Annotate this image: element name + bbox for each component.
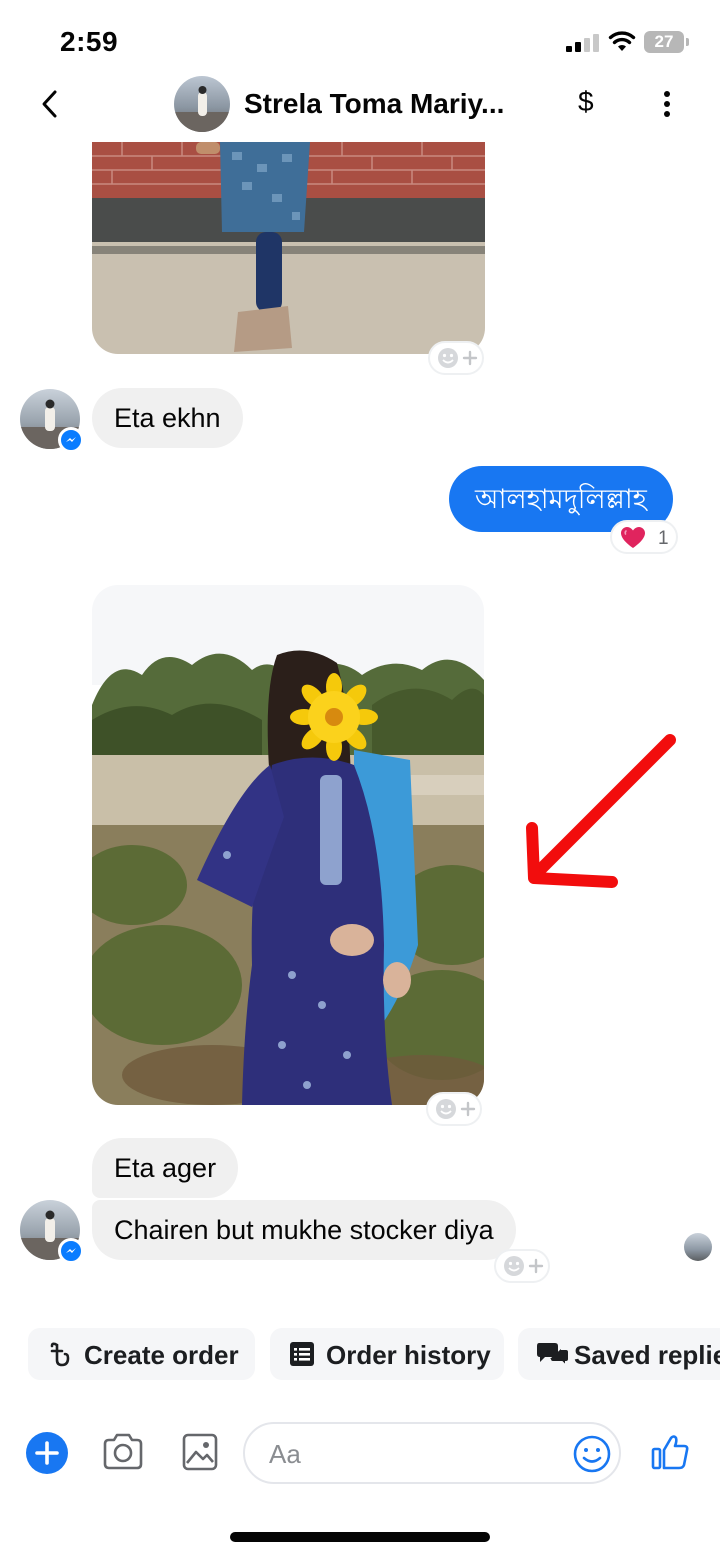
create-order-button[interactable]: Create order xyxy=(28,1328,255,1380)
seen-indicator-avatar xyxy=(684,1233,712,1261)
messenger-badge-icon xyxy=(58,427,84,453)
saved-replies-button[interactable]: Saved replies xyxy=(518,1328,720,1380)
chip-label: Order history xyxy=(326,1340,491,1370)
message-bubble-incoming[interactable]: Eta ager xyxy=(92,1138,239,1198)
photo-content xyxy=(92,585,484,1105)
contact-name[interactable]: Strela Toma Mariy... xyxy=(244,88,536,120)
home-indicator xyxy=(230,1532,490,1542)
smiley-plus-icon xyxy=(504,1256,544,1276)
message-bubble-incoming[interactable]: Eta ekhn xyxy=(92,388,243,448)
wifi-icon xyxy=(608,31,636,51)
message-photo[interactable] xyxy=(92,142,485,354)
message-reaction[interactable]: 1 xyxy=(610,520,678,554)
more-options-icon[interactable] xyxy=(652,88,682,120)
chip-label: Saved replies xyxy=(574,1340,720,1370)
battery-nub xyxy=(686,38,689,46)
emoji-icon[interactable] xyxy=(573,1435,611,1473)
message-input[interactable] xyxy=(269,1434,559,1474)
chat-bubbles-icon xyxy=(537,1343,570,1368)
smiley-plus-icon xyxy=(436,1099,476,1119)
gallery-icon[interactable] xyxy=(182,1433,218,1471)
avatar-photo xyxy=(174,86,230,132)
battery-indicator: 27 xyxy=(644,31,684,53)
message-bubble-incoming[interactable]: Chairen but mukhe stocker diya xyxy=(92,1200,516,1260)
order-history-button[interactable]: Order history xyxy=(270,1328,504,1380)
photo-content xyxy=(92,142,485,354)
smiley-plus-icon xyxy=(438,348,478,368)
message-photo[interactable] xyxy=(92,585,484,1105)
payment-button[interactable]: $ xyxy=(578,86,594,118)
reaction-count: 1 xyxy=(658,528,669,549)
taka-icon xyxy=(50,1342,70,1367)
add-reaction-button[interactable] xyxy=(426,1092,482,1126)
annotation-arrow xyxy=(526,734,676,888)
thumbs-up-icon[interactable] xyxy=(650,1432,690,1472)
chip-label: Create order xyxy=(84,1340,239,1370)
sender-avatar[interactable] xyxy=(20,1200,84,1264)
add-reaction-button[interactable] xyxy=(494,1249,550,1283)
cellular-signal-icon xyxy=(566,34,599,52)
add-reaction-button[interactable] xyxy=(428,341,484,375)
messenger-badge-icon xyxy=(58,1238,84,1264)
contact-avatar[interactable] xyxy=(174,76,230,132)
status-time: 2:59 xyxy=(60,26,119,57)
list-icon xyxy=(290,1342,314,1366)
camera-icon[interactable] xyxy=(101,1432,145,1472)
sender-avatar[interactable] xyxy=(20,389,84,453)
message-composer[interactable] xyxy=(243,1422,621,1484)
back-button[interactable] xyxy=(36,86,66,122)
heart-icon xyxy=(621,527,645,548)
plus-icon[interactable] xyxy=(26,1432,68,1474)
battery-level: 27 xyxy=(654,32,674,51)
